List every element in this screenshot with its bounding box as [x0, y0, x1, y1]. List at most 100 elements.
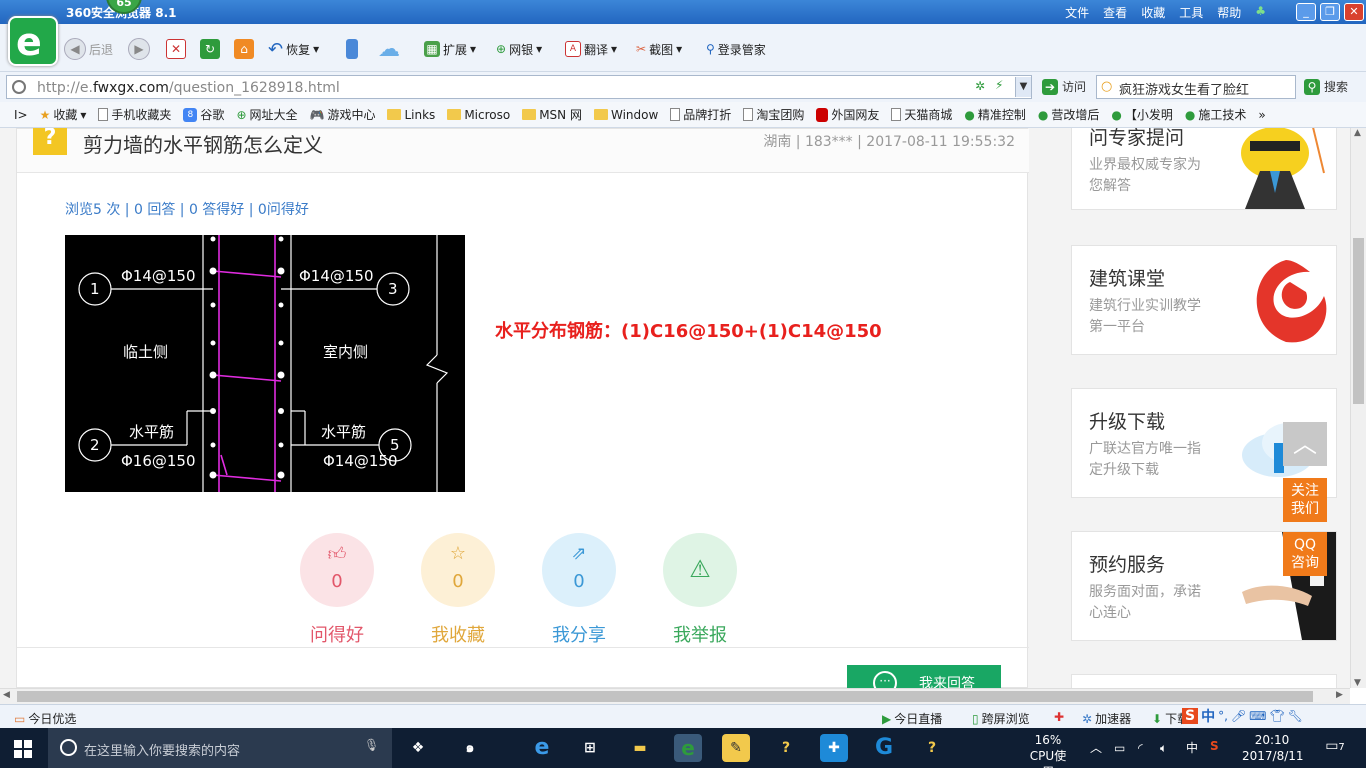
- help-app-icon[interactable]: ?: [772, 734, 800, 762]
- task-view-icon[interactable]: ❖: [404, 734, 432, 762]
- back-button[interactable]: ◀ 后退: [64, 37, 113, 61]
- fav-collect[interactable]: ★ 收藏 ▾: [40, 106, 87, 123]
- ime-indicator[interactable]: 中: [1186, 740, 1198, 756]
- clock[interactable]: 20:10 2017/8/11: [1242, 732, 1304, 764]
- screenshot-button[interactable]: ✂ 截图 ▾: [636, 37, 682, 61]
- vertical-scrollbar[interactable]: ▲ ▼: [1350, 128, 1366, 688]
- stop-button[interactable]: ✕: [166, 37, 186, 61]
- page-icon: [98, 108, 109, 121]
- question-meta: 湖南 | 183*** | 2017-08-11 19:55:32: [763, 134, 1015, 150]
- menu-view[interactable]: 查看: [1103, 4, 1127, 21]
- sidebar-expert-card[interactable]: 问专家提问 业界最权威专家为您解答: [1071, 128, 1337, 210]
- sogou-tray-icon[interactable]: S: [1210, 738, 1219, 754]
- share-button[interactable]: ⇗ 0 我分享: [541, 533, 617, 647]
- today-picks[interactable]: ▭ 今日优选: [14, 710, 76, 727]
- minimize-button[interactable]: _: [1296, 3, 1316, 21]
- report-button[interactable]: ⚠ 我举报: [662, 533, 738, 647]
- wifi-icon[interactable]: ◜: [1138, 740, 1143, 756]
- fav-item[interactable]: Microso: [447, 108, 510, 122]
- phone-button[interactable]: [346, 37, 358, 61]
- collect-button[interactable]: ☆ 0 我收藏: [420, 533, 496, 647]
- follow-us-button[interactable]: 关注我们: [1283, 478, 1327, 522]
- sidebar-toggle-icon[interactable]: I>: [14, 108, 28, 122]
- battery-icon[interactable]: ▭: [1114, 740, 1125, 756]
- accelerator-icon: ✲: [1082, 711, 1093, 726]
- answer-button[interactable]: ··· 我来回答: [847, 665, 1001, 688]
- menu-help[interactable]: 帮助: [1217, 4, 1241, 21]
- browser-logo[interactable]: e: [8, 16, 58, 66]
- search-input[interactable]: ○ 疯狂游戏女生看了脸红: [1096, 75, 1296, 99]
- fav-item[interactable]: 品牌打折: [670, 106, 731, 123]
- notification-center-icon[interactable]: ▭7: [1324, 738, 1346, 756]
- fav-item[interactable]: ● 营改增后: [1038, 106, 1100, 123]
- g-app-icon[interactable]: G: [870, 734, 898, 762]
- bank-button[interactable]: ⊕ 网银 ▾: [496, 37, 542, 61]
- fav-item[interactable]: 8 谷歌: [183, 106, 224, 123]
- restore-tab-button[interactable]: ↶ 恢复 ▾: [268, 37, 319, 61]
- help-app-2-icon[interactable]: ?: [918, 734, 946, 762]
- cpu-meter[interactable]: 16% CPU使用: [1024, 732, 1072, 768]
- visit-button[interactable]: ➔ 访问: [1042, 78, 1086, 95]
- search-button[interactable]: ⚲ 搜索: [1304, 78, 1348, 95]
- forward-button[interactable]: ▶: [128, 37, 150, 61]
- close-button[interactable]: ✕: [1344, 3, 1364, 21]
- menu-file[interactable]: 文件: [1065, 4, 1089, 21]
- cad-drawing[interactable]: 1 2 3 5 Φ14@150 Φ14@150 临土侧 室内侧 水平筋 水平筋 …: [65, 235, 465, 492]
- horizontal-scroll-thumb[interactable]: [17, 691, 1313, 702]
- chevron-down-icon[interactable]: ▼: [1015, 77, 1031, 97]
- menu-tools[interactable]: 工具: [1179, 4, 1203, 21]
- translate-button[interactable]: A 翻译 ▾: [565, 37, 617, 61]
- fav-item[interactable]: Window: [593, 108, 658, 122]
- fav-item[interactable]: 手机收藏夹: [98, 106, 171, 123]
- url-text[interactable]: http://e.fwxgx.com/question_1628918.html: [37, 80, 340, 96]
- swirl-app-icon[interactable]: ๑: [456, 734, 484, 762]
- today-live[interactable]: ▶ 今日直播: [882, 710, 942, 727]
- good-question-button[interactable]: 👍︎ 0 问得好: [299, 533, 375, 647]
- restore-button[interactable]: ❐: [1320, 3, 1340, 21]
- address-bar[interactable]: http://e.fwxgx.com/question_1628918.html…: [6, 75, 1032, 99]
- windows-start-icon[interactable]: [14, 740, 32, 758]
- vertical-scroll-thumb[interactable]: [1353, 238, 1364, 404]
- accelerator[interactable]: ✲ 加速器: [1082, 710, 1131, 727]
- horizontal-scrollbar[interactable]: ◀ ▶: [0, 688, 1350, 704]
- fav-item[interactable]: 🎮 游戏中心: [310, 106, 376, 123]
- edge-browser-icon[interactable]: e: [528, 734, 556, 762]
- qq-consult-button[interactable]: QQ咨询: [1283, 532, 1327, 576]
- lightning-icon[interactable]: ⚡: [995, 78, 1003, 92]
- back-to-top-button[interactable]: ︿: [1283, 422, 1327, 466]
- menu-favorites[interactable]: 收藏: [1141, 4, 1165, 21]
- fav-item[interactable]: ● 精准控制: [964, 106, 1026, 123]
- plus-app-icon[interactable]: ✚: [820, 734, 848, 762]
- fav-item[interactable]: ● 【小发明: [1111, 106, 1173, 123]
- red-cross-icon[interactable]: ✚: [1054, 710, 1064, 724]
- fav-item[interactable]: 外国网友: [816, 106, 879, 123]
- cloud-button[interactable]: ☁: [378, 37, 400, 62]
- taskbar-search[interactable]: 在这里输入你要搜索的内容 🎙︎: [48, 728, 392, 768]
- cross-screen[interactable]: ▯ 跨屏浏览: [972, 710, 1030, 727]
- store-icon[interactable]: ⊞: [576, 734, 604, 762]
- tray-chevron-icon[interactable]: ︿: [1090, 740, 1102, 756]
- login-manager-button[interactable]: ⚲ 登录管家: [706, 37, 766, 61]
- skin-icon[interactable]: ♣: [1255, 4, 1266, 21]
- browser-360-icon[interactable]: e: [674, 734, 702, 762]
- fav-item[interactable]: 天猫商城: [891, 106, 952, 123]
- sidebar-more-card[interactable]: [1071, 674, 1337, 688]
- notes-app-icon[interactable]: ✎: [722, 734, 750, 762]
- fav-item[interactable]: Links: [387, 108, 435, 122]
- home-button[interactable]: ⌂: [234, 37, 254, 61]
- fav-item[interactable]: 淘宝团购: [743, 106, 804, 123]
- refresh-button[interactable]: ↻: [200, 37, 220, 61]
- speed-icon[interactable]: ✲: [975, 79, 985, 93]
- fav-item[interactable]: MSN 网: [522, 106, 582, 123]
- microphone-icon[interactable]: 🎙︎: [364, 738, 379, 752]
- volume-icon[interactable]: 🔈︎: [1160, 740, 1167, 756]
- file-explorer-icon[interactable]: ▬: [626, 734, 654, 762]
- ime-toolbar[interactable]: S 中 °, 🎤︎ ⌨ 👕︎ 🔧︎: [1182, 706, 1303, 726]
- sidebar-classroom-card[interactable]: 建筑课堂 建筑行业实训教学第一平台: [1071, 245, 1337, 355]
- page-icon: [743, 108, 754, 121]
- clock-date: 2017/8/11: [1242, 749, 1304, 763]
- fav-item[interactable]: ● 施工技术: [1185, 106, 1247, 123]
- fav-item[interactable]: ⊕ 网址大全: [236, 106, 297, 123]
- extensions-button[interactable]: ▦ 扩展 ▾: [424, 37, 476, 61]
- more-chevron-icon[interactable]: »: [1258, 108, 1265, 122]
